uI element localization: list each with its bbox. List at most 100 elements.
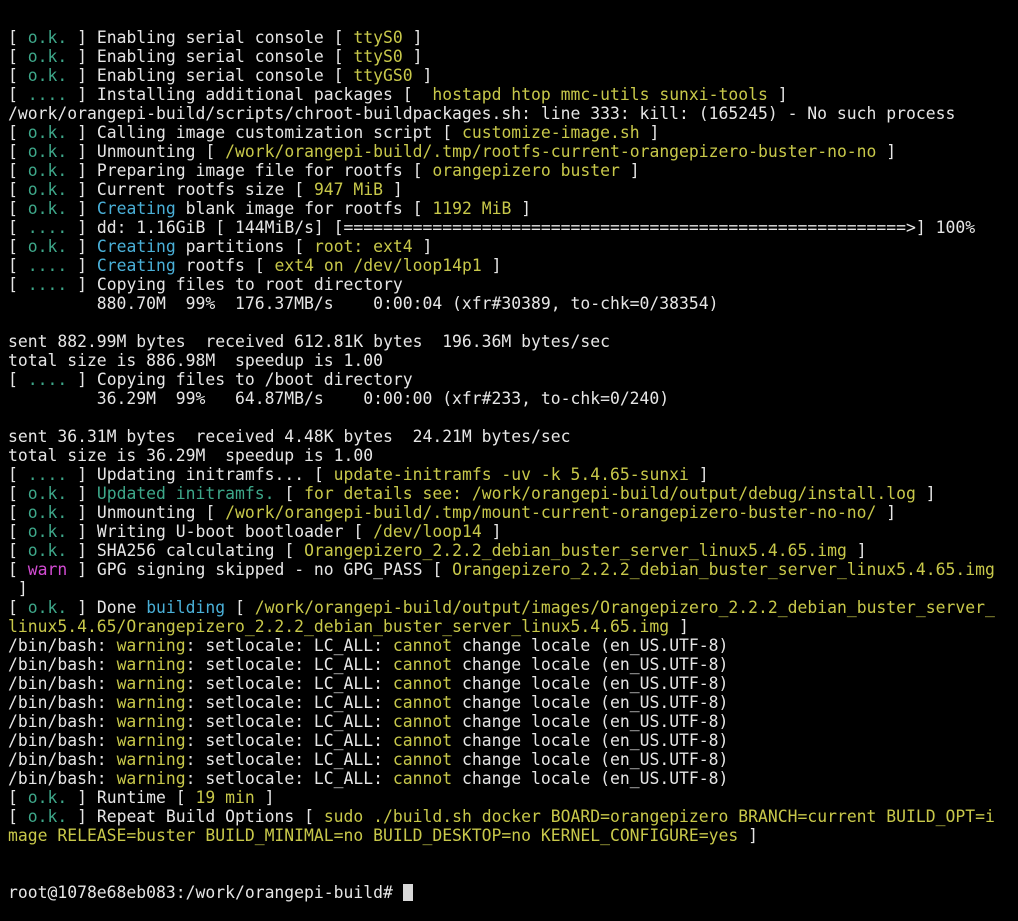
- terminal-text-segment: [: [225, 598, 255, 617]
- terminal-line: [ .... ] Copying files to /boot director…: [8, 370, 1018, 389]
- terminal-text-segment: ]: [639, 123, 660, 142]
- terminal-text-segment: ] Copying files to /boot directory: [67, 370, 413, 389]
- terminal-text-segment: [: [8, 503, 28, 522]
- terminal-text-segment: 880.70M 99% 176.37MB/s 0:00:04 (xfr#3038…: [8, 294, 719, 313]
- terminal-text-segment: o.k.: [27, 142, 68, 161]
- terminal-text-segment: /bin/bash:: [8, 636, 117, 655]
- terminal-text-segment: ]: [383, 180, 403, 199]
- terminal-line: [ o.k. ] Preparing image file for rootfs…: [8, 161, 1018, 180]
- terminal-text-segment: Orangepizero_2.2.2_debian_buster_server_…: [304, 541, 847, 560]
- terminal-text-segment: update-initramfs -uv -k 5.4.65-sunxi: [333, 465, 689, 484]
- terminal-line: /bin/bash: warning: setlocale: LC_ALL: c…: [8, 693, 1018, 712]
- terminal-text-segment: ]: [67, 199, 97, 218]
- terminal-text-segment: ext4 on /dev/loop14p1: [274, 256, 482, 275]
- terminal-text-segment: : setlocale: LC_ALL:: [185, 674, 393, 693]
- terminal-text-segment: ] Runtime [: [67, 788, 196, 807]
- terminal-text-segment: ] Done: [67, 598, 147, 617]
- terminal-text-segment: ....: [27, 275, 68, 294]
- terminal-text-segment: [: [8, 47, 28, 66]
- terminal-text-segment: sent 36.31M bytes received 4.48K bytes 2…: [8, 427, 571, 446]
- terminal-text-segment: : setlocale: LC_ALL:: [185, 636, 393, 655]
- terminal-text-segment: ]: [67, 256, 97, 275]
- terminal-text-segment: change locale (en_US.UTF-8): [452, 674, 729, 693]
- terminal-text-segment: /work/orangepi-build/.tmp/rootfs-current…: [225, 142, 877, 161]
- terminal-line: /bin/bash: warning: setlocale: LC_ALL: c…: [8, 750, 1018, 769]
- terminal-text-segment: ]: [481, 522, 502, 541]
- terminal-text-segment: ] Enabling serial console [: [67, 66, 354, 85]
- terminal-text-segment: o.k.: [27, 598, 68, 617]
- terminal-text-segment: : setlocale: LC_ALL:: [185, 712, 393, 731]
- terminal-text-segment: [: [8, 85, 28, 104]
- terminal-text-segment: [: [8, 66, 28, 85]
- terminal-text-segment: [: [8, 237, 28, 256]
- terminal-text-segment: linux5.4.65/Orangepizero_2.2.2_debian_bu…: [8, 617, 670, 636]
- terminal-text-segment: [: [8, 256, 28, 275]
- terminal-text-segment: total size is 36.29M speedup is 1.00: [8, 446, 374, 465]
- terminal-text-segment: blank image for rootfs [: [175, 199, 433, 218]
- terminal-text-segment: sent 882.99M bytes received 612.81K byte…: [8, 332, 610, 351]
- terminal-text-segment: ]: [402, 47, 423, 66]
- terminal-text-segment: [: [8, 560, 28, 579]
- terminal-text-segment: ]: [767, 85, 788, 104]
- terminal-text-segment: rootfs [: [175, 256, 275, 275]
- terminal-text-segment: ]: [876, 142, 897, 161]
- terminal-text-segment: ] Copying files to root directory: [67, 275, 403, 294]
- terminal-text-segment: orangepizero buster: [432, 161, 620, 180]
- terminal-text-segment: /bin/bash:: [8, 731, 117, 750]
- shell-prompt-line[interactable]: root@1078e68eb083:/work/orangepi-build#: [8, 883, 1018, 902]
- terminal-text-segment: ] Updating initramfs... [: [67, 465, 334, 484]
- terminal-text-segment: ] Calling image customization script [: [67, 123, 462, 142]
- terminal-text-segment: ]: [669, 617, 689, 636]
- terminal-text-segment: : setlocale: LC_ALL:: [185, 731, 393, 750]
- terminal-text-segment: cannot: [392, 731, 453, 750]
- text-cursor: [402, 884, 413, 901]
- terminal-text-segment: [: [8, 218, 28, 237]
- terminal-text-segment: ] GPG signing skipped - no GPG_PASS [: [67, 560, 453, 579]
- terminal-text-segment: : setlocale: LC_ALL:: [185, 769, 393, 788]
- terminal-text-segment: warning: [116, 750, 186, 769]
- terminal-text-segment: 36.29M 99% 64.87MB/s 0:00:00 (xfr#233, t…: [8, 389, 670, 408]
- terminal-text-segment: ]: [481, 256, 502, 275]
- terminal-text-segment: : setlocale: LC_ALL:: [185, 655, 393, 674]
- terminal-text-segment: mage RELEASE=buster BUILD_MINIMAL=no BUI…: [8, 826, 739, 845]
- terminal-line: [ o.k. ] Enabling serial console [ ttyS0…: [8, 47, 1018, 66]
- terminal-text-segment: /work/orangepi-build/output/images/Orang…: [254, 598, 995, 617]
- terminal-line: /bin/bash: warning: setlocale: LC_ALL: c…: [8, 712, 1018, 731]
- terminal-text-segment: ttyS0: [353, 47, 403, 66]
- terminal-line: [ o.k. ] Repeat Build Options [ sudo ./b…: [8, 807, 1018, 826]
- terminal-line: [ o.k. ] Unmounting [ /work/orangepi-bui…: [8, 142, 1018, 161]
- terminal-text-segment: /bin/bash:: [8, 750, 117, 769]
- terminal-line: /work/orangepi-build/scripts/chroot-buil…: [8, 104, 1018, 123]
- terminal-text-segment: ] Current rootfs size [: [67, 180, 314, 199]
- terminal-text-segment: ] Enabling serial console [: [67, 28, 354, 47]
- terminal-text-segment: warning: [116, 769, 186, 788]
- terminal-line: [ o.k. ] Enabling serial console [ ttyS0…: [8, 28, 1018, 47]
- terminal-output[interactable]: [ o.k. ] Enabling serial console [ ttyS0…: [8, 0, 1018, 921]
- terminal-text-segment: [: [8, 541, 28, 560]
- terminal-line: [ .... ] dd: 1.16GiB [ 144MiB/s] [======…: [8, 218, 1018, 237]
- terminal-text-segment: ....: [27, 218, 68, 237]
- terminal-line: total size is 886.98M speedup is 1.00: [8, 351, 1018, 370]
- terminal-text-segment: ] Unmounting [: [67, 503, 226, 522]
- terminal-line: [ o.k. ] Enabling serial console [ ttyGS…: [8, 66, 1018, 85]
- terminal-text-segment: Updated initramfs.: [96, 484, 275, 503]
- terminal-text-segment: 19 min: [195, 788, 255, 807]
- terminal-lines: [ o.k. ] Enabling serial console [ ttyS0…: [8, 28, 1018, 845]
- terminal-text-segment: o.k.: [27, 28, 68, 47]
- terminal-text-segment: [: [8, 465, 28, 484]
- terminal-line: [ o.k. ] Unmounting [ /work/orangepi-bui…: [8, 503, 1018, 522]
- terminal-text-segment: [: [8, 142, 28, 161]
- terminal-text-segment: ]: [915, 484, 936, 503]
- terminal-text-segment: change locale (en_US.UTF-8): [452, 712, 729, 731]
- terminal-line: [ o.k. ] Done building [ /work/orangepi-…: [8, 598, 1018, 617]
- terminal-line: [ o.k. ] Calling image customization scr…: [8, 123, 1018, 142]
- terminal-text-segment: ] dd: 1.16GiB [ 144MiB/s] [=============…: [67, 218, 976, 237]
- terminal-text-segment: /work/orangepi-build/scripts/chroot-buil…: [8, 104, 956, 123]
- terminal-text-segment: [: [8, 180, 28, 199]
- terminal-text-segment: o.k.: [27, 161, 68, 180]
- terminal-text-segment: warning: [116, 712, 186, 731]
- terminal-text-segment: [: [274, 484, 305, 503]
- terminal-line: sent 36.31M bytes received 4.48K bytes 2…: [8, 427, 1018, 446]
- terminal-text-segment: ] SHA256 calculating [: [67, 541, 305, 560]
- terminal-line: [ .... ] Updating initramfs... [ update-…: [8, 465, 1018, 484]
